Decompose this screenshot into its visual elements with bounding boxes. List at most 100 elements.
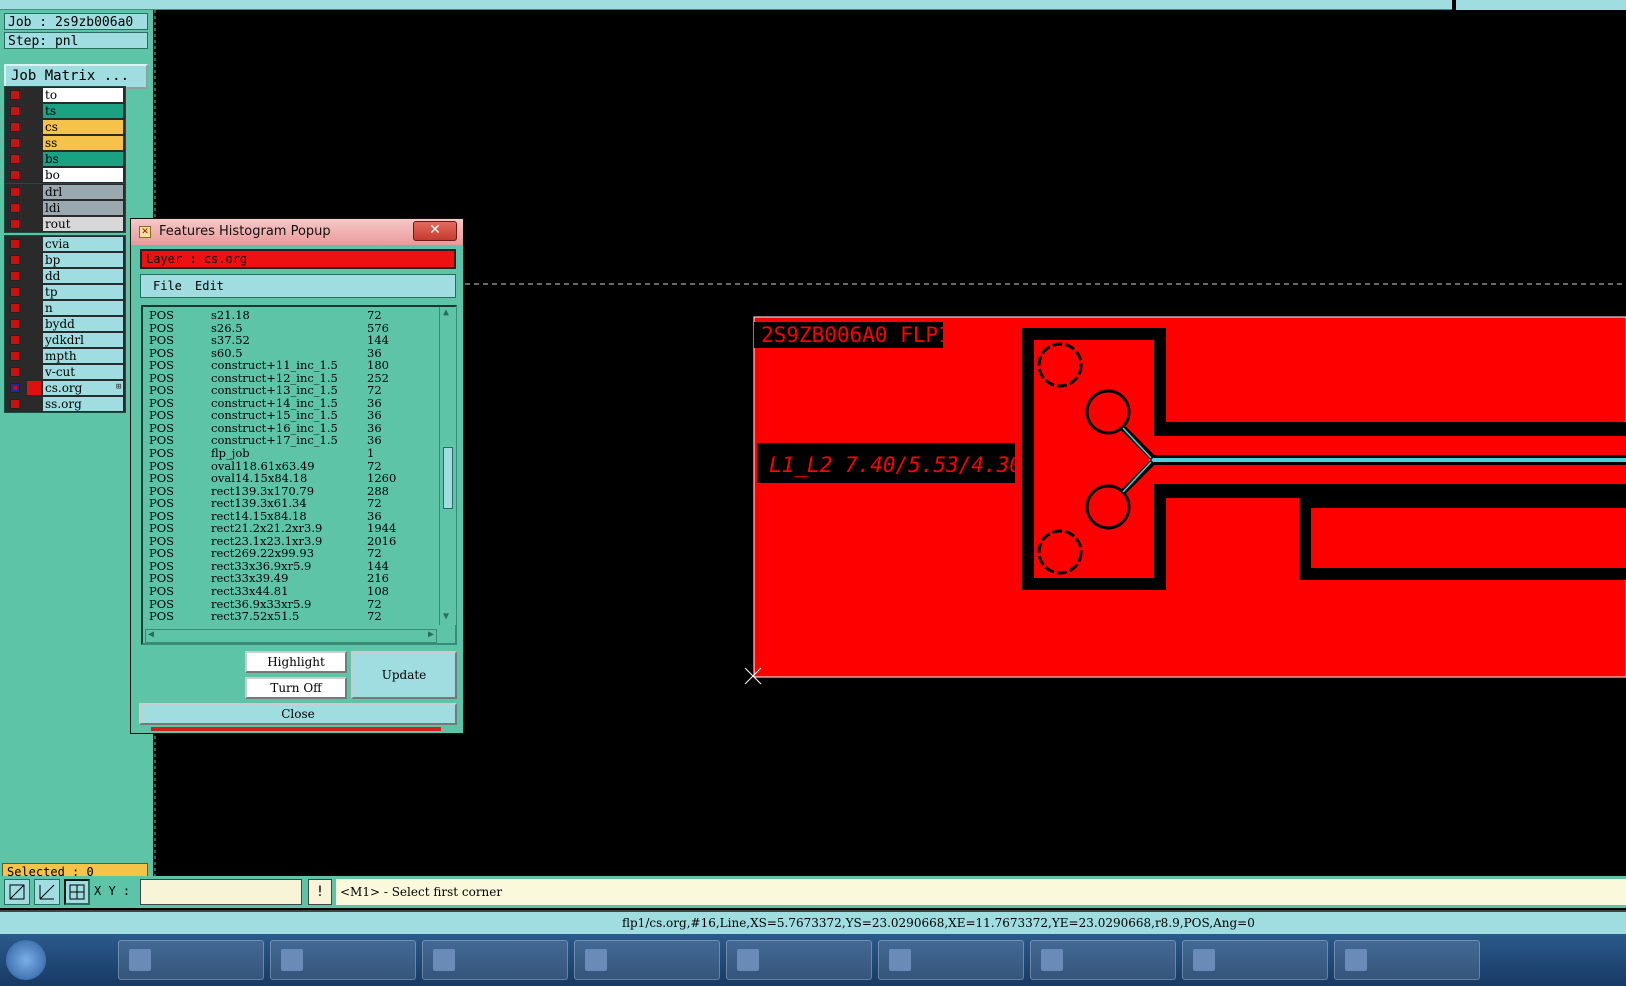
layer-toggle-icon[interactable]	[10, 219, 20, 229]
menu-edit[interactable]: Edit	[195, 275, 224, 297]
layer-toggle-icon[interactable]	[10, 367, 20, 377]
scroll-thumb[interactable]	[443, 447, 453, 509]
layer-name[interactable]: bp	[43, 253, 123, 267]
layer-name[interactable]: ts	[43, 104, 123, 118]
layer-toggle-icon[interactable]	[10, 203, 20, 213]
scroll-up-icon[interactable]: ▲	[443, 307, 449, 318]
layer-row-ydkdrl[interactable]: ydkdrl	[5, 332, 125, 348]
layer-row-drl[interactable]: drl	[5, 184, 125, 200]
layer-row-rout[interactable]: rout	[5, 216, 125, 232]
start-icon[interactable]	[6, 940, 46, 980]
taskbar-item-8[interactable]	[1182, 940, 1328, 980]
layer-toggle-icon[interactable]	[10, 335, 20, 345]
layer-row-ss[interactable]: ss	[5, 135, 125, 151]
layer-name[interactable]: to	[43, 88, 123, 102]
measure-icon[interactable]	[4, 879, 30, 905]
layer-row-to[interactable]: to	[5, 87, 125, 103]
layer-name[interactable]: bs	[43, 152, 123, 166]
scroll-left-icon[interactable]: ◀	[148, 629, 154, 640]
layer-row-cvia[interactable]: cvia	[5, 236, 125, 252]
layer-toggle-icon[interactable]	[10, 106, 20, 116]
layer-name[interactable]: rout	[43, 217, 123, 231]
histogram-row[interactable]: POS rect139.3x61.34 72	[147, 497, 427, 510]
layer-name[interactable]: ss.org	[43, 397, 123, 411]
layer-toggle-icon[interactable]	[10, 122, 20, 132]
layer-name[interactable]: tp	[43, 285, 123, 299]
histogram-list[interactable]: POS s21.18 72 POS s26.5 576 POS s37.52 144 POS s60…	[147, 309, 427, 621]
xy-input[interactable]	[140, 879, 302, 905]
layer-toggle-icon[interactable]	[10, 138, 20, 148]
taskbar-item-3[interactable]	[422, 940, 568, 980]
layer-name[interactable]: bo	[43, 168, 123, 182]
layer-row-v-cut[interactable]: v-cut	[5, 364, 125, 380]
layer-row-bs[interactable]: bs	[5, 151, 125, 167]
layer-name[interactable]: n	[43, 301, 123, 315]
scroll-down-icon[interactable]: ▼	[443, 611, 449, 622]
layer-row-tp[interactable]: tp	[5, 284, 125, 300]
taskbar-item-2[interactable]	[270, 940, 416, 980]
histogram-row[interactable]: POS s37.52 144	[147, 334, 427, 347]
layer-toggle-icon[interactable]	[10, 90, 20, 100]
turn-off-button[interactable]: Turn Off	[245, 677, 347, 699]
layer-toggle-icon[interactable]	[10, 239, 20, 249]
close-window-icon[interactable]: ✕	[413, 221, 457, 241]
layer-toggle-icon[interactable]	[10, 303, 20, 313]
layer-name[interactable]: ldi	[43, 201, 123, 215]
menu-file[interactable]: File	[153, 275, 182, 297]
layer-name[interactable]: cvia	[43, 237, 123, 251]
histogram-row[interactable]: POS construct+17_inc_1.5 36	[147, 434, 427, 447]
layer-name[interactable]: dd	[43, 269, 123, 283]
histogram-row[interactable]: POS rect33x44.81 108	[147, 585, 427, 598]
horizontal-scrollbar[interactable]: ◀ ▶	[145, 629, 437, 643]
taskbar-item-5[interactable]	[726, 940, 872, 980]
highlight-button[interactable]: Highlight	[245, 651, 347, 673]
update-button[interactable]: Update	[351, 651, 457, 699]
layer-name[interactable]: bydd	[43, 317, 123, 331]
layer-toggle-icon[interactable]	[10, 287, 20, 297]
layer-row-bydd[interactable]: bydd	[5, 316, 125, 332]
layer-row-bo[interactable]: bo	[5, 167, 125, 183]
layer-name[interactable]: drl	[43, 185, 123, 199]
layer-name[interactable]: cs	[43, 120, 123, 134]
layer-row-bp[interactable]: bp	[5, 252, 125, 268]
histogram-row[interactable]: POS oval14.15x84.18 1260	[147, 472, 427, 485]
taskbar-item-4[interactable]	[574, 940, 720, 980]
layer-name[interactable]: ss	[43, 136, 123, 150]
histogram-row[interactable]: POS flp_job 1	[147, 447, 427, 460]
layer-name[interactable]: cs.org	[43, 381, 123, 395]
layer-row-n[interactable]: n	[5, 300, 125, 316]
taskbar-item-9[interactable]	[1334, 940, 1480, 980]
layer-toggle-icon[interactable]	[10, 187, 20, 197]
histogram-row[interactable]: POS rect21.2x21.2xr3.9 1944	[147, 522, 427, 535]
layer-row-cs[interactable]: cs	[5, 119, 125, 135]
layer-row-ss.org[interactable]: ss.org	[5, 396, 125, 412]
histogram-row[interactable]: POS s21.18 72	[147, 309, 427, 322]
layer-name[interactable]: mpth	[43, 349, 123, 363]
histogram-row[interactable]: POS rect37.52x51.5 72	[147, 610, 427, 621]
layer-row-dd[interactable]: dd	[5, 268, 125, 284]
layer-toggle-icon[interactable]	[10, 399, 20, 409]
layer-toggle-icon[interactable]	[10, 154, 20, 164]
taskbar-item-7[interactable]	[1030, 940, 1176, 980]
layer-row-ts[interactable]: ts	[5, 103, 125, 119]
taskbar-item-6[interactable]	[878, 940, 1024, 980]
layer-name[interactable]: v-cut	[43, 365, 123, 379]
close-button[interactable]: Close	[139, 703, 457, 725]
grid-icon[interactable]	[64, 879, 90, 905]
histogram-row[interactable]: POS construct+11_inc_1.5 180	[147, 359, 427, 372]
layer-toggle-icon[interactable]	[10, 351, 20, 361]
snap-icon[interactable]	[34, 879, 60, 905]
layer-name[interactable]: ydkdrl	[43, 333, 123, 347]
layer-toggle-icon[interactable]	[10, 271, 20, 281]
layer-toggle-icon[interactable]	[10, 170, 20, 180]
layer-row-mpth[interactable]: mpth	[5, 348, 125, 364]
popup-title-bar[interactable]: ✕ Features Histogram Popup ✕	[131, 219, 463, 245]
scroll-right-icon[interactable]: ▶	[428, 629, 434, 640]
taskbar-item-1[interactable]	[118, 940, 264, 980]
layer-toggle-icon[interactable]	[10, 319, 20, 329]
layer-toggle-icon[interactable]	[10, 255, 20, 265]
histogram-row[interactable]: POS construct+13_inc_1.5 72	[147, 384, 427, 397]
layer-toggle-icon[interactable]	[10, 383, 20, 393]
vertical-scrollbar[interactable]: ▲ ▼	[439, 307, 456, 625]
alert-button[interactable]: !	[308, 879, 332, 905]
